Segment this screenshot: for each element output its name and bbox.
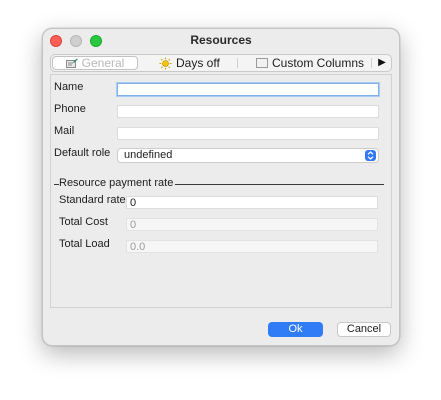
total-cost-field: 0 xyxy=(126,218,378,231)
table-icon xyxy=(256,58,268,68)
window-title: Resources xyxy=(190,33,252,47)
payment-group-title: Resource payment rate xyxy=(59,177,176,189)
tab-days-off[interactable]: Days off xyxy=(159,55,220,71)
standard-rate-label: Standard rate xyxy=(59,194,126,206)
default-role-select[interactable]: undefined xyxy=(117,148,379,163)
edit-card-icon xyxy=(65,58,78,68)
general-panel: Name Phone Mail Default role undefined R… xyxy=(50,74,392,308)
mail-label: Mail xyxy=(54,125,75,137)
default-role-label: Default role xyxy=(54,147,111,159)
phone-label: Phone xyxy=(54,103,86,115)
mail-field[interactable] xyxy=(117,127,379,140)
total-load-label: Total Load xyxy=(59,238,110,250)
tab-overflow-arrow-icon[interactable]: ▶ xyxy=(375,55,389,71)
tab-days-off-label: Days off xyxy=(176,56,220,70)
tab-separator xyxy=(237,58,238,68)
title-bar: Resources xyxy=(43,29,399,51)
name-field[interactable] xyxy=(117,83,379,96)
default-role-value: undefined xyxy=(124,149,173,161)
tab-custom-columns[interactable]: Custom Columns xyxy=(256,55,364,71)
tab-general[interactable]: General xyxy=(52,56,138,70)
phone-field[interactable] xyxy=(117,105,379,118)
total-load-field: 0.0 xyxy=(126,240,378,253)
standard-rate-field[interactable]: 0 xyxy=(126,196,378,209)
ok-button[interactable]: Ok xyxy=(268,322,323,337)
tab-bar: General Days off Custom Columns ▶ xyxy=(50,54,392,72)
sun-icon xyxy=(159,57,172,70)
cancel-button[interactable]: Cancel xyxy=(337,322,391,337)
name-label: Name xyxy=(54,81,84,93)
tab-custom-columns-label: Custom Columns xyxy=(272,56,365,70)
tab-general-label: General xyxy=(81,56,125,70)
resources-dialog: Resources General Days off Custom Column… xyxy=(42,28,400,346)
chevron-updown-icon xyxy=(365,150,376,161)
tab-separator xyxy=(371,58,372,68)
total-cost-label: Total Cost xyxy=(59,216,108,228)
